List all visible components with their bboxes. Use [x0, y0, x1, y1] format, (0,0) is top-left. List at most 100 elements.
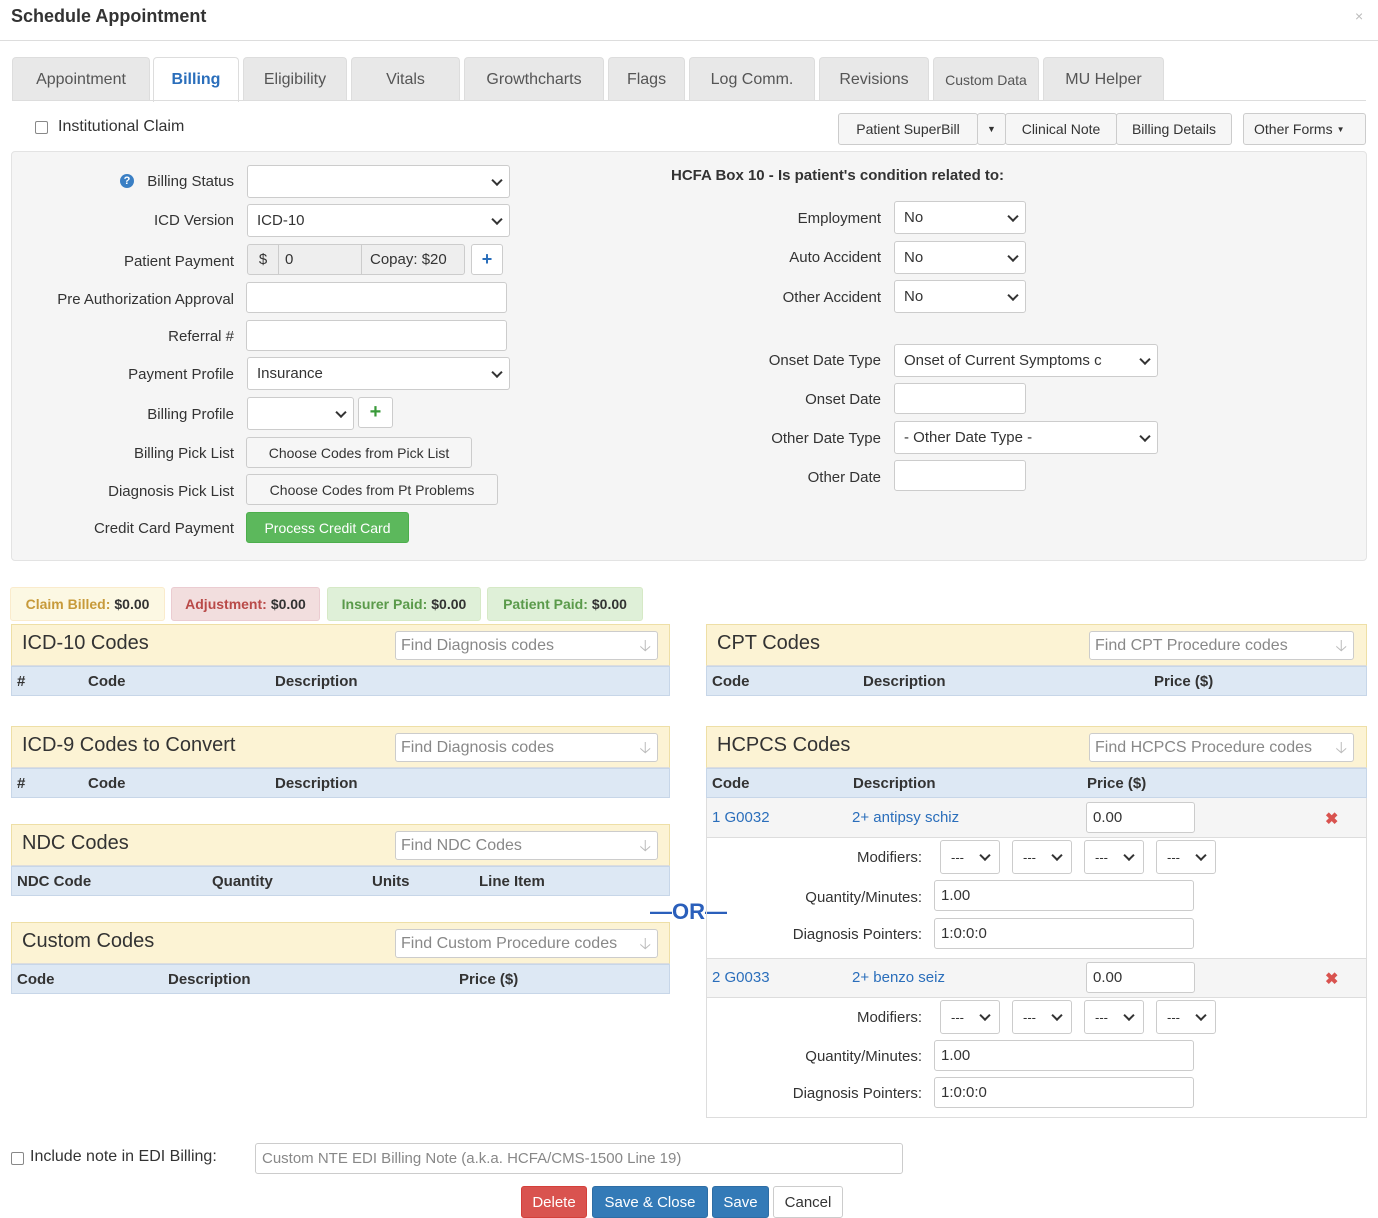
tab-growthcharts[interactable]: Growthcharts — [464, 57, 604, 101]
close-icon[interactable]: × — [1355, 8, 1363, 24]
tab-appointment[interactable]: Appointment — [12, 57, 150, 101]
arrow-down-icon: 🡣 — [639, 740, 652, 757]
chevron-down-icon — [1123, 1009, 1135, 1022]
tab-vitals[interactable]: Vitals — [351, 57, 460, 101]
diagnosis-pointers-label: Diagnosis Pointers: — [792, 1085, 922, 1102]
add-payment-button[interactable]: + — [471, 244, 503, 275]
tab-log-comm[interactable]: Log Comm. — [689, 57, 815, 101]
modifier-value: --- — [1095, 849, 1108, 865]
price-input[interactable]: 0.00 — [1086, 962, 1195, 993]
col-number: # — [17, 673, 26, 690]
arrow-down-icon: 🡣 — [639, 638, 652, 655]
remove-icon[interactable]: ✖ — [1325, 809, 1338, 829]
patient-payment-label: Patient Payment — [123, 253, 234, 270]
cancel-button[interactable]: Cancel — [773, 1186, 843, 1218]
billing-details-button[interactable]: Billing Details — [1116, 113, 1232, 145]
hcpcs-description-link[interactable]: 2+ antipsy schiz — [852, 809, 959, 826]
hcpcs-code-link[interactable]: 1 G0032 — [712, 809, 770, 826]
hcpcs-description-link[interactable]: 2+ benzo seiz — [852, 969, 945, 986]
tab-eligibility[interactable]: Eligibility — [243, 57, 347, 101]
col-line-item: Line Item — [479, 873, 545, 890]
edi-note-input[interactable]: Custom NTE EDI Billing Note (a.k.a. HCFA… — [255, 1143, 903, 1174]
insurer-paid-label: Insurer Paid: — [341, 596, 428, 612]
save-button[interactable]: Save — [712, 1186, 769, 1218]
diagnosis-pointers-input[interactable]: 1:0:0:0 — [934, 918, 1194, 949]
icd10-panel-header: ICD-10 Codes Find Diagnosis codes 🡣 — [11, 624, 670, 666]
modifier-value: --- — [1095, 1009, 1108, 1025]
insurer-paid-badge: Insurer Paid: $0.00 — [327, 587, 481, 621]
other-forms-label: Other Forms — [1254, 121, 1333, 137]
find-ndc-input[interactable]: Find NDC Codes 🡣 — [395, 831, 658, 860]
include-edi-note-checkbox[interactable] — [11, 1152, 24, 1165]
onset-date-input[interactable] — [894, 383, 1026, 414]
col-ndc-code: NDC Code — [17, 873, 92, 890]
add-billing-profile-button[interactable]: + — [358, 397, 393, 428]
chevron-down-icon — [979, 1009, 991, 1022]
billing-status-select[interactable] — [247, 165, 510, 198]
chevron-down-icon — [1007, 210, 1019, 222]
find-diagnosis-icd9-input[interactable]: Find Diagnosis codes 🡣 — [395, 733, 658, 762]
billing-profile-select[interactable] — [247, 397, 354, 430]
modifier-select[interactable]: --- — [1156, 840, 1216, 874]
choose-codes-pick-list-button[interactable]: Choose Codes from Pick List — [246, 437, 472, 468]
modifier-select[interactable]: --- — [1084, 1000, 1144, 1034]
col-description: Description — [275, 673, 358, 690]
modifier-select[interactable]: --- — [1012, 1000, 1072, 1034]
remove-icon[interactable]: ✖ — [1325, 969, 1338, 989]
modifier-select[interactable]: --- — [940, 1000, 1000, 1034]
modifier-select[interactable]: --- — [940, 840, 1000, 874]
tab-flags[interactable]: Flags — [608, 57, 685, 101]
other-accident-select[interactable]: No — [894, 280, 1026, 313]
quantity-input[interactable]: 1.00 — [934, 880, 1194, 911]
find-diagnosis-icd9-placeholder: Find Diagnosis codes — [401, 738, 554, 756]
chevron-down-icon — [1195, 849, 1207, 862]
hcpcs-code-link[interactable]: 2 G0033 — [712, 969, 770, 986]
process-credit-card-button[interactable]: Process Credit Card — [246, 512, 409, 543]
chevron-down-icon — [979, 849, 991, 862]
icd-version-select[interactable]: ICD-10 — [247, 204, 510, 237]
other-forms-dropdown[interactable]: Other Forms ▼ — [1243, 113, 1366, 145]
price-input[interactable]: 0.00 — [1086, 802, 1195, 833]
icd9-table-header: # Code Description — [11, 768, 670, 798]
quantity-input[interactable]: 1.00 — [934, 1040, 1194, 1071]
auto-accident-value: No — [904, 249, 924, 266]
superbill-dropdown-button[interactable]: ▼ — [977, 113, 1006, 145]
cpt-title: CPT Codes — [717, 632, 821, 654]
modifier-select[interactable]: --- — [1012, 840, 1072, 874]
find-diagnosis-input[interactable]: Find Diagnosis codes 🡣 — [395, 631, 658, 660]
delete-button[interactable]: Delete — [521, 1186, 587, 1218]
find-hcpcs-input[interactable]: Find HCPCS Procedure codes 🡣 — [1089, 733, 1354, 762]
other-date-type-label: Other Date Type — [771, 430, 881, 447]
pre-auth-input[interactable] — [246, 282, 507, 313]
find-cpt-input[interactable]: Find CPT Procedure codes 🡣 — [1089, 631, 1354, 660]
tab-mu-helper[interactable]: MU Helper — [1043, 57, 1164, 101]
icd-version-value: ICD-10 — [257, 212, 305, 229]
onset-date-type-select[interactable]: Onset of Current Symptoms c — [894, 344, 1158, 377]
choose-codes-pt-problems-button[interactable]: Choose Codes from Pt Problems — [246, 474, 498, 505]
payment-profile-select[interactable]: Insurance — [247, 357, 510, 390]
other-date-type-value: - Other Date Type - — [904, 429, 1033, 446]
modifier-select[interactable]: --- — [1156, 1000, 1216, 1034]
other-date-type-select[interactable]: - Other Date Type - — [894, 421, 1158, 454]
patient-superbill-button[interactable]: Patient SuperBill — [838, 113, 978, 145]
institutional-claim-label: Institutional Claim — [58, 118, 185, 135]
find-custom-placeholder: Find Custom Procedure codes — [401, 934, 618, 952]
clinical-note-button[interactable]: Clinical Note — [1005, 113, 1117, 145]
referral-input[interactable] — [246, 320, 507, 351]
tab-revisions[interactable]: Revisions — [819, 57, 929, 101]
diagnosis-pointers-input[interactable]: 1:0:0:0 — [934, 1077, 1194, 1108]
employment-select[interactable]: No — [894, 201, 1026, 234]
tab-custom-data[interactable]: Custom Data — [933, 57, 1039, 101]
custom-panel-header: Custom Codes Find Custom Procedure codes… — [11, 922, 670, 964]
auto-accident-select[interactable]: No — [894, 241, 1026, 274]
modifier-select[interactable]: --- — [1084, 840, 1144, 874]
institutional-claim-checkbox[interactable] — [35, 121, 48, 134]
find-custom-input[interactable]: Find Custom Procedure codes 🡣 — [395, 929, 658, 958]
modifiers-label: Modifiers: — [856, 849, 922, 866]
save-close-button[interactable]: Save & Close — [592, 1186, 708, 1218]
tab-billing[interactable]: Billing — [153, 57, 239, 102]
col-price: Price ($) — [1154, 673, 1214, 690]
patient-payment-input[interactable]: 0 — [278, 244, 362, 275]
find-diagnosis-placeholder: Find Diagnosis codes — [401, 636, 554, 654]
other-date-input[interactable] — [894, 460, 1026, 491]
